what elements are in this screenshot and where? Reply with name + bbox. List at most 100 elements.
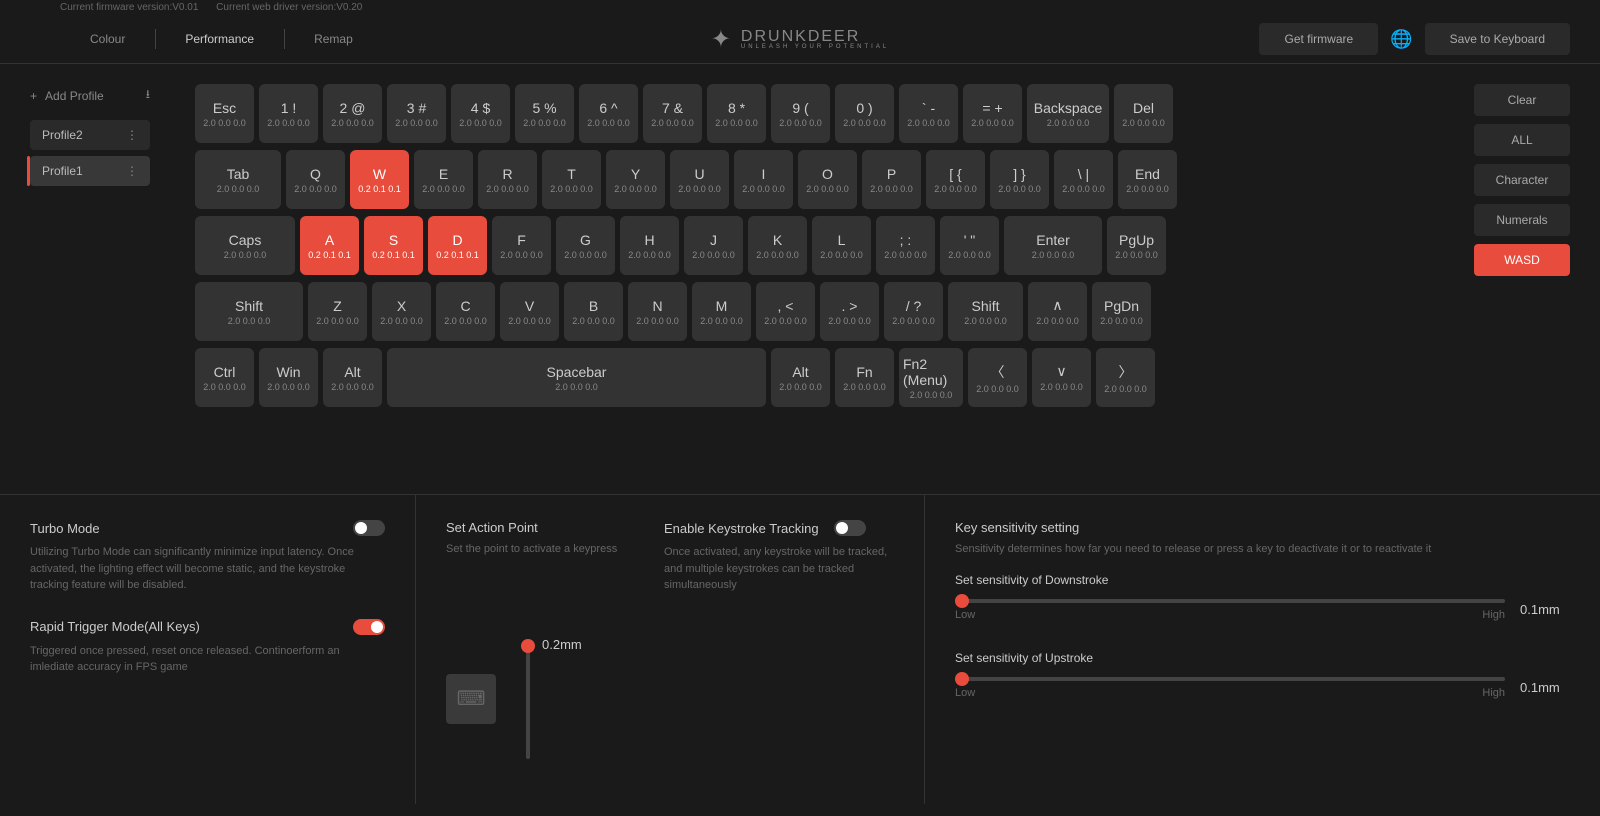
- key-alt[interactable]: Alt2.0 0.0 0.0: [323, 348, 382, 407]
- key-[interactable]: ' "2.0 0.0 0.0: [940, 216, 999, 275]
- key-v[interactable]: V2.0 0.0 0.0: [500, 282, 559, 341]
- tab-performance[interactable]: Performance: [155, 24, 284, 54]
- key-win[interactable]: Win2.0 0.0 0.0: [259, 348, 318, 407]
- key-backspace[interactable]: Backspace2.0 0.0 0.0: [1027, 84, 1109, 143]
- rapid-trigger-toggle[interactable]: [353, 619, 385, 635]
- key-fn[interactable]: Fn2.0 0.0 0.0: [835, 348, 894, 407]
- translate-icon[interactable]: 🌐: [1390, 29, 1412, 50]
- key-ctrl[interactable]: Ctrl2.0 0.0 0.0: [195, 348, 254, 407]
- key-[interactable]: ` -2.0 0.0 0.0: [899, 84, 958, 143]
- key-1[interactable]: 1 !2.0 0.0 0.0: [259, 84, 318, 143]
- key-d[interactable]: D0.2 0.1 0.1: [428, 216, 487, 275]
- key-[interactable]: ∨2.0 0.0 0.0: [1032, 348, 1091, 407]
- key-k[interactable]: K2.0 0.0 0.0: [748, 216, 807, 275]
- key-[interactable]: = +2.0 0.0 0.0: [963, 84, 1022, 143]
- key-n[interactable]: N2.0 0.0 0.0: [628, 282, 687, 341]
- key-i[interactable]: I2.0 0.0 0.0: [734, 150, 793, 209]
- key-6[interactable]: 6 ^2.0 0.0 0.0: [579, 84, 638, 143]
- key-values: 2.0 0.0 0.0: [756, 250, 799, 260]
- profile-item[interactable]: Profile1 ⋮: [30, 156, 150, 186]
- key-values: 2.0 0.0 0.0: [294, 184, 337, 194]
- key-q[interactable]: Q2.0 0.0 0.0: [286, 150, 345, 209]
- key-enter[interactable]: Enter2.0 0.0 0.0: [1004, 216, 1102, 275]
- key-z[interactable]: Z2.0 0.0 0.0: [308, 282, 367, 341]
- key-caps[interactable]: Caps2.0 0.0 0.0: [195, 216, 295, 275]
- key-3[interactable]: 3 #2.0 0.0 0.0: [387, 84, 446, 143]
- key-values: 0.2 0.1 0.1: [308, 250, 351, 260]
- key-x[interactable]: X2.0 0.0 0.0: [372, 282, 431, 341]
- key-del[interactable]: Del2.0 0.0 0.0: [1114, 84, 1173, 143]
- upstroke-slider[interactable]: LowHigh: [955, 677, 1505, 699]
- key-4[interactable]: 4 $2.0 0.0 0.0: [451, 84, 510, 143]
- key-[interactable]: ∧2.0 0.0 0.0: [1028, 282, 1087, 341]
- key-esc[interactable]: Esc2.0 0.0 0.0: [195, 84, 254, 143]
- key-[interactable]: ; :2.0 0.0 0.0: [876, 216, 935, 275]
- key-[interactable]: 〈2.0 0.0 0.0: [968, 348, 1027, 407]
- key-p[interactable]: P2.0 0.0 0.0: [862, 150, 921, 209]
- key-u[interactable]: U2.0 0.0 0.0: [670, 150, 729, 209]
- key-s[interactable]: S0.2 0.1 0.1: [364, 216, 423, 275]
- key-g[interactable]: G2.0 0.0 0.0: [556, 216, 615, 275]
- key-alt[interactable]: Alt2.0 0.0 0.0: [771, 348, 830, 407]
- key-[interactable]: . >2.0 0.0 0.0: [820, 282, 879, 341]
- key-label: Esc: [213, 100, 236, 116]
- key-9[interactable]: 9 (2.0 0.0 0.0: [771, 84, 830, 143]
- downstroke-slider[interactable]: LowHigh: [955, 599, 1505, 621]
- key-t[interactable]: T2.0 0.0 0.0: [542, 150, 601, 209]
- key-r[interactable]: R2.0 0.0 0.0: [478, 150, 537, 209]
- filter-wasd-button[interactable]: WASD: [1474, 244, 1570, 276]
- key-fn2menu[interactable]: Fn2 (Menu)2.0 0.0 0.0: [899, 348, 963, 407]
- tab-colour[interactable]: Colour: [60, 24, 155, 54]
- key-label: E: [439, 166, 448, 182]
- key-m[interactable]: M2.0 0.0 0.0: [692, 282, 751, 341]
- key-h[interactable]: H2.0 0.0 0.0: [620, 216, 679, 275]
- key-8[interactable]: 8 *2.0 0.0 0.0: [707, 84, 766, 143]
- turbo-mode-toggle[interactable]: [353, 520, 385, 536]
- key-j[interactable]: J2.0 0.0 0.0: [684, 216, 743, 275]
- key-e[interactable]: E2.0 0.0 0.0: [414, 150, 473, 209]
- add-profile-button[interactable]: + Add Profile ⭳: [30, 79, 150, 112]
- key-[interactable]: ] }2.0 0.0 0.0: [990, 150, 1049, 209]
- download-icon[interactable]: ⭳: [146, 85, 150, 106]
- key-values: 2.0 0.0 0.0: [678, 184, 721, 194]
- key-b[interactable]: B2.0 0.0 0.0: [564, 282, 623, 341]
- key-l[interactable]: L2.0 0.0 0.0: [812, 216, 871, 275]
- key-shift[interactable]: Shift2.0 0.0 0.0: [948, 282, 1023, 341]
- key-[interactable]: \ |2.0 0.0 0.0: [1054, 150, 1113, 209]
- menu-dots-icon[interactable]: ⋮: [126, 164, 138, 178]
- save-button[interactable]: Save to Keyboard: [1425, 23, 1570, 55]
- key-7[interactable]: 7 &2.0 0.0 0.0: [643, 84, 702, 143]
- key-w[interactable]: W0.2 0.1 0.1: [350, 150, 409, 209]
- key-2[interactable]: 2 @2.0 0.0 0.0: [323, 84, 382, 143]
- filter-all-button[interactable]: ALL: [1474, 124, 1570, 156]
- key-o[interactable]: O2.0 0.0 0.0: [798, 150, 857, 209]
- key-[interactable]: / ?2.0 0.0 0.0: [884, 282, 943, 341]
- key-pgup[interactable]: PgUp2.0 0.0 0.0: [1107, 216, 1166, 275]
- key-tab[interactable]: Tab2.0 0.0 0.0: [195, 150, 281, 209]
- tracking-toggle[interactable]: [834, 520, 866, 536]
- key-y[interactable]: Y2.0 0.0 0.0: [606, 150, 665, 209]
- filter-character-button[interactable]: Character: [1474, 164, 1570, 196]
- key-shift[interactable]: Shift2.0 0.0 0.0: [195, 282, 303, 341]
- sensitivity-title: Key sensitivity setting: [955, 520, 1570, 535]
- tab-remap[interactable]: Remap: [284, 24, 383, 54]
- filter-numerals-button[interactable]: Numerals: [1474, 204, 1570, 236]
- action-point-slider[interactable]: 0.2mm: [526, 639, 582, 759]
- key-5[interactable]: 5 %2.0 0.0 0.0: [515, 84, 574, 143]
- key-[interactable]: , <2.0 0.0 0.0: [756, 282, 815, 341]
- key-f[interactable]: F2.0 0.0 0.0: [492, 216, 551, 275]
- menu-dots-icon[interactable]: ⋮: [126, 128, 138, 142]
- key-[interactable]: [ {2.0 0.0 0.0: [926, 150, 985, 209]
- key-end[interactable]: End2.0 0.0 0.0: [1118, 150, 1177, 209]
- profile-item[interactable]: Profile2 ⋮: [30, 120, 150, 150]
- key-c[interactable]: C2.0 0.0 0.0: [436, 282, 495, 341]
- get-firmware-button[interactable]: Get firmware: [1259, 23, 1378, 55]
- key-a[interactable]: A0.2 0.1 0.1: [300, 216, 359, 275]
- key-label: Shift: [971, 298, 999, 314]
- key-0[interactable]: 0 )2.0 0.0 0.0: [835, 84, 894, 143]
- key-[interactable]: 〉2.0 0.0 0.0: [1096, 348, 1155, 407]
- clear-button[interactable]: Clear: [1474, 84, 1570, 116]
- key-spacebar[interactable]: Spacebar2.0 0.0 0.0: [387, 348, 766, 407]
- key-pgdn[interactable]: PgDn2.0 0.0 0.0: [1092, 282, 1151, 341]
- key-label: L: [838, 232, 846, 248]
